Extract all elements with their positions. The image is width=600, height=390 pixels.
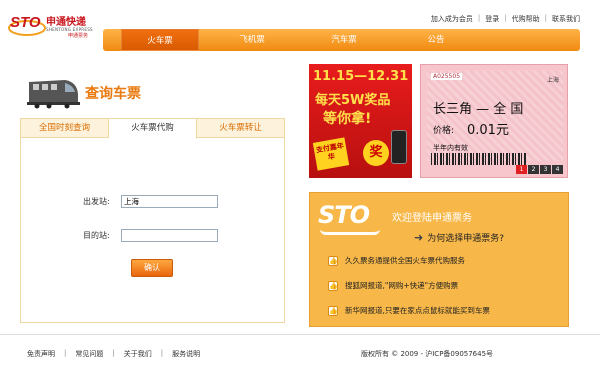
promo-line2: 等你拿! (323, 111, 372, 127)
separator: | (160, 349, 164, 357)
query-header: 查询车票 (25, 70, 185, 110)
separator: | (64, 349, 67, 357)
ticket-panel: 全国时刻查询 火车票代购 火车票转让 出发站: 目的站: 确认 (20, 118, 285, 323)
confirm-button[interactable]: 确认 (131, 259, 173, 277)
separator: | (112, 349, 115, 357)
ticket-banner[interactable]: A025505 上海 长三角 — 全 国 价格: 0.01元 半年内有效 1 2… (420, 64, 568, 178)
feature-item: 👍 新华网报道,只要在家点点鼠标就能买到车票 (328, 305, 490, 316)
thumbs-up-icon: 👍 (328, 280, 338, 291)
feature-item: 👍 搜狐网报道,"网购+快递"方便购票 (328, 280, 458, 291)
nav-bus-tickets[interactable]: 汽车票 (305, 29, 383, 51)
feature-text: 久久票务通提供全国火车票代购服务 (345, 256, 465, 265)
main-nav: 火车票 飞机票 汽车票 公告 (103, 29, 580, 51)
from-label: 出发站: (83, 197, 110, 206)
phone-icon (391, 130, 407, 164)
promo-banner[interactable]: 11.15—12.31 每天5W奖品 等你拿! 支付嘉年华 奖 (309, 64, 412, 178)
help-link[interactable]: 代购帮助 (512, 14, 540, 24)
nav-train-tickets[interactable]: 火车票 (121, 29, 199, 51)
tab-purchase[interactable]: 火车票代购 (109, 119, 197, 139)
pager-3[interactable]: 3 (540, 165, 551, 174)
to-station-input[interactable] (121, 229, 218, 242)
pager-1[interactable]: 1 (516, 165, 527, 174)
logo[interactable]: STO 申通快递 SHENTONG EXPRESS 申通票务 (8, 10, 98, 40)
why-choose-text: 为何选择申通票务? (427, 234, 504, 244)
to-row: 目的站: (83, 229, 218, 242)
tab-transfer[interactable]: 火车票转让 (197, 119, 284, 137)
brand-sub: 申通票务 (68, 33, 89, 39)
logo-swoosh-icon (320, 229, 380, 235)
arrow-right-icon: ➜ (414, 231, 424, 244)
panel-tabs: 全国时刻查询 火车票代购 火车票转让 (21, 119, 284, 139)
from-row: 出发站: (83, 195, 218, 208)
ticket-number: A025505 (431, 73, 463, 80)
nav-flight-tickets[interactable]: 飞机票 (213, 29, 291, 51)
faq-link[interactable]: 常见问题 (75, 349, 103, 359)
from-station-input[interactable] (121, 195, 218, 208)
query-title: 查询车票 (85, 86, 141, 102)
train-icon (27, 80, 80, 109)
ticket-price-label: 价格: (433, 126, 455, 136)
barcode-icon (431, 153, 526, 165)
footer: 免责声明 | 常见问题 | 关于我们 | 服务说明 版权所有 © 2009 - 沪IC… (0, 334, 600, 368)
feature-text: 搜狐网报道,"网购+快递"方便购票 (345, 281, 459, 290)
banner-pager: 1 2 3 4 (515, 165, 563, 174)
tab-timetable[interactable]: 全国时刻查询 (21, 119, 109, 137)
join-member-link[interactable]: 加入成为会员 (431, 14, 473, 24)
ticket-route: 长三角 — 全 国 (433, 102, 524, 117)
disclaimer-link[interactable]: 免责声明 (27, 349, 55, 359)
ticket-city: 上海 (546, 77, 559, 84)
feature-item: 👍 久久票务通提供全国火车票代购服务 (328, 255, 465, 266)
nav-announcements[interactable]: 公告 (397, 29, 475, 51)
top-links: 加入成为会员 | 登录 | 代购帮助 | 联系我们 (431, 14, 580, 24)
separator: | (504, 14, 507, 22)
login-link[interactable]: 登录 (485, 14, 499, 24)
promo-line1: 每天5W奖品 (315, 93, 391, 108)
prize-icon: 奖 (363, 140, 389, 166)
separator: | (477, 14, 481, 22)
ticket-image: A025505 上海 长三角 — 全 国 价格: 0.01元 半年内有效 (427, 71, 563, 161)
login-welcome: 欢迎登陆申通票务 (392, 213, 472, 224)
pager-2[interactable]: 2 (528, 165, 539, 174)
feature-text: 新华网报道,只要在家点点鼠标就能买到车票 (345, 306, 490, 315)
promo-badge: 支付嘉年华 (312, 137, 350, 171)
separator: | (544, 14, 547, 22)
sto-logo: STO (318, 201, 370, 229)
promo-date: 11.15—12.31 (313, 69, 409, 84)
login-panel: STO 欢迎登陆申通票务 ➜ 为何选择申通票务? 👍 久久票务通提供全国火车票代… (309, 192, 569, 327)
ticket-price: 0.01元 (467, 123, 509, 138)
ticket-validity: 半年内有效 (433, 144, 468, 152)
footer-links: 免责声明 | 常见问题 | 关于我们 | 服务说明 (27, 349, 200, 359)
logo-mark-text: STO (10, 14, 41, 31)
about-link[interactable]: 关于我们 (124, 349, 152, 359)
thumbs-up-icon: 👍 (328, 305, 338, 316)
brand-name: 申通快递 (46, 17, 86, 28)
to-label: 目的站: (83, 231, 110, 240)
pager-4[interactable]: 4 (552, 165, 563, 174)
copyright: 版权所有 © 2009 - 沪ICP备09057645号 (361, 350, 494, 358)
thumbs-up-icon: 👍 (328, 255, 338, 266)
contact-link[interactable]: 联系我们 (552, 14, 580, 24)
sto-logo-mark: STO (8, 14, 46, 36)
why-choose-link[interactable]: ➜ 为何选择申通票务? (414, 231, 504, 244)
service-link[interactable]: 服务说明 (172, 349, 200, 359)
